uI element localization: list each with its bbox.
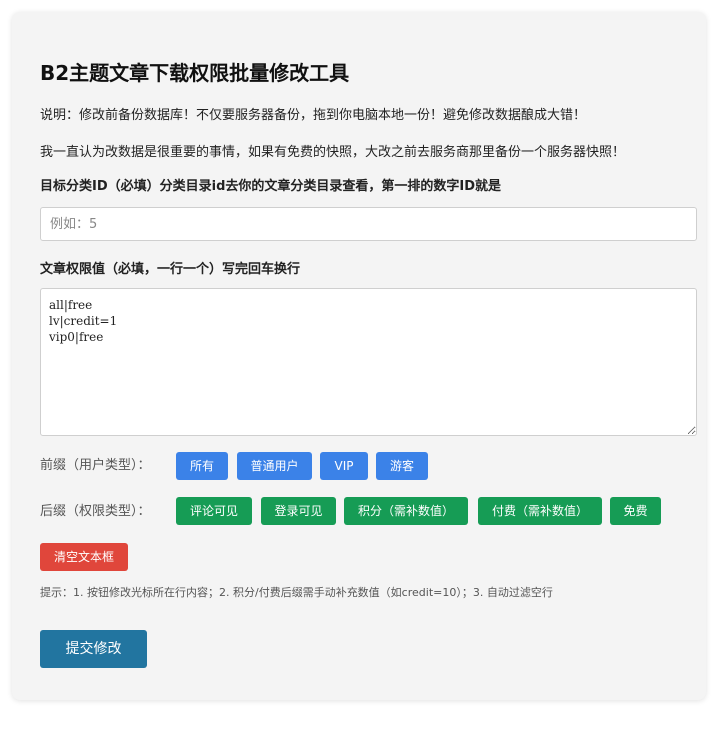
prefix-guest-button[interactable]: 游客 bbox=[376, 452, 428, 480]
page-title: B2主题文章下载权限批量修改工具 bbox=[40, 61, 350, 85]
submit-button[interactable]: 提交修改 bbox=[40, 630, 147, 668]
prefix-vip-button[interactable]: VIP bbox=[320, 452, 368, 480]
snapshot-advice-note: 我一直认为改数据是很重要的事情，如果有免费的快照，大改之前去服务商那里备份一个服… bbox=[40, 145, 626, 160]
backup-warning-note: 说明：修改前备份数据库！不仅要服务器备份，拖到你电脑本地一份！避免修改数据酿成大… bbox=[40, 108, 587, 123]
category-id-label: 目标分类ID（必填）分类目录id去你的文章分类目录查看，第一排的数字ID就是 bbox=[40, 179, 502, 194]
permission-values-textarea[interactable] bbox=[40, 288, 697, 436]
suffix-credit-button[interactable]: 积分（需补数值） bbox=[344, 497, 468, 525]
permission-values-label: 文章权限值（必填，一行一个）写完回车换行 bbox=[40, 262, 301, 277]
prefix-all-button[interactable]: 所有 bbox=[176, 452, 228, 480]
usage-hint: 提示：1. 按钮修改光标所在行内容；2. 积分/付费后缀需手动补充数值（如cre… bbox=[40, 586, 553, 599]
prefix-row-label: 前缀（用户类型）： bbox=[40, 458, 151, 473]
prefix-regular-user-button[interactable]: 普通用户 bbox=[237, 452, 312, 480]
category-id-input[interactable] bbox=[40, 207, 697, 241]
suffix-comment-visible-button[interactable]: 评论可见 bbox=[176, 497, 252, 525]
suffix-free-button[interactable]: 免费 bbox=[610, 497, 661, 525]
clear-textarea-button[interactable]: 清空文本框 bbox=[40, 543, 128, 571]
suffix-row-label: 后缀（权限类型）： bbox=[40, 504, 151, 519]
suffix-login-visible-button[interactable]: 登录可见 bbox=[261, 497, 336, 525]
tool-card: B2主题文章下载权限批量修改工具 说明：修改前备份数据库！不仅要服务器备份，拖到… bbox=[12, 12, 706, 700]
suffix-paid-button[interactable]: 付费（需补数值） bbox=[478, 497, 602, 525]
